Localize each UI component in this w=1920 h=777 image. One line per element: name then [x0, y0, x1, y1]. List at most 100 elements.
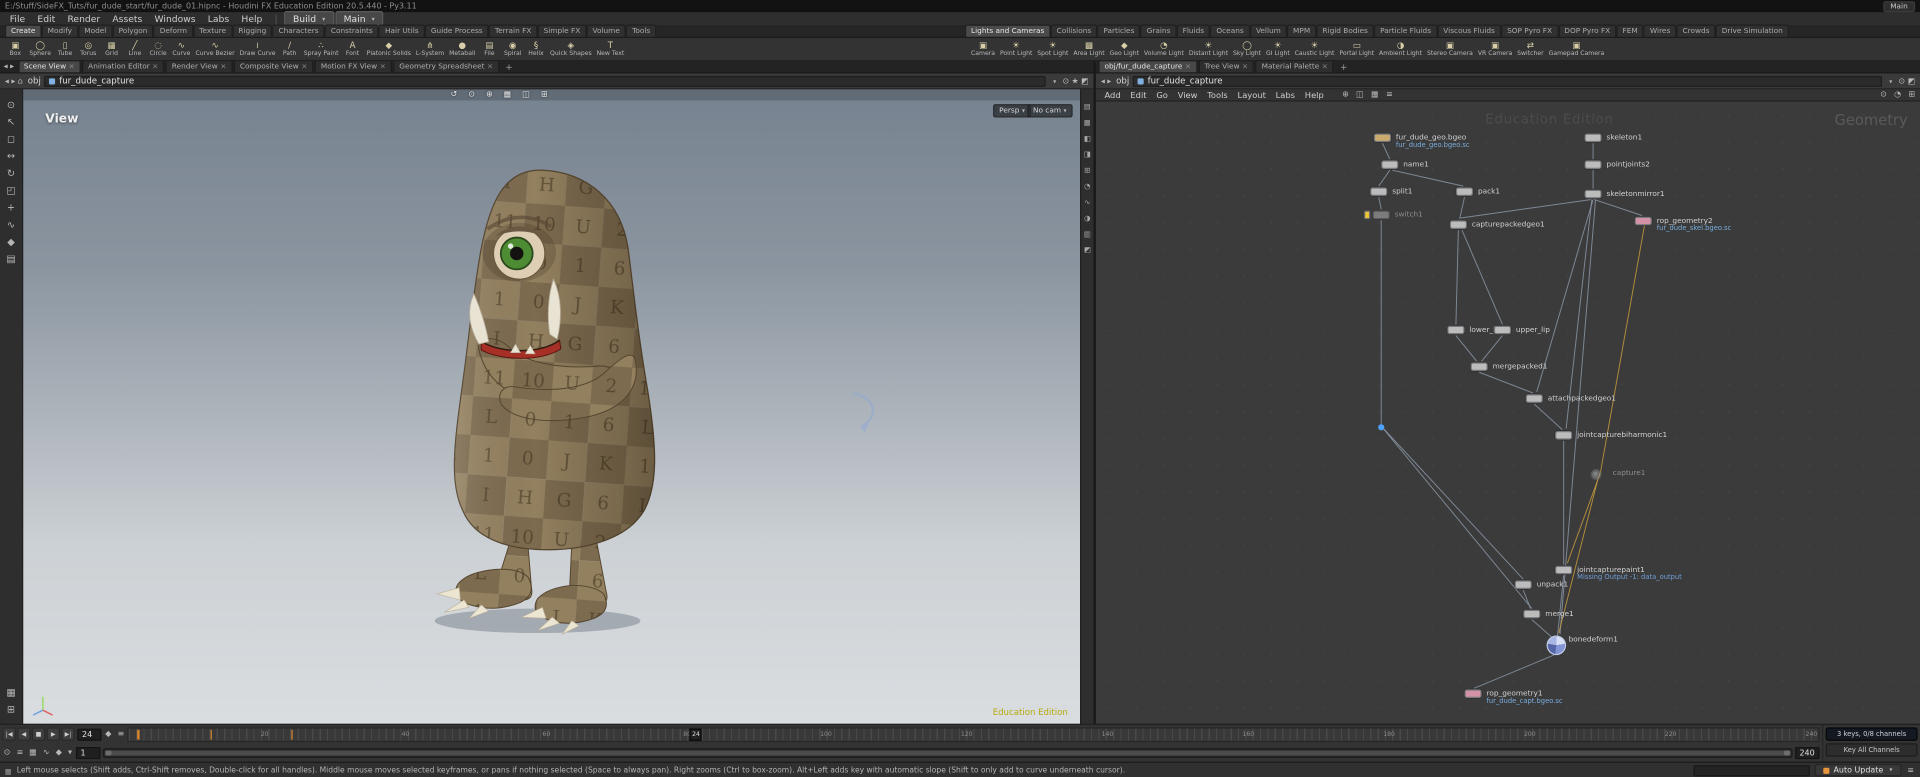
new-tab-button[interactable]: + — [502, 62, 517, 72]
auto-update-selector[interactable]: Auto Update — [1815, 764, 1902, 777]
close-icon[interactable] — [1242, 62, 1248, 71]
path-field[interactable]: fur_dude_capture — [44, 75, 1046, 87]
grid-snap-icon[interactable]: ▦ — [502, 91, 512, 99]
tab-scroll-right-icon[interactable]: ▸ — [9, 63, 15, 71]
playbar-menu-icon[interactable]: ≡ — [116, 730, 125, 738]
node-shape[interactable] — [1373, 133, 1392, 143]
overview-icon[interactable]: ⊙ — [1879, 91, 1888, 99]
node-shape[interactable] — [1455, 187, 1474, 196]
rotate-tool-icon[interactable]: ↻ — [7, 165, 15, 182]
loop-mode-icon[interactable]: ▦ — [28, 749, 38, 757]
network-node[interactable]: fur_dude_geo.bgeo fur_dude_geo.bgeo.sc — [1373, 133, 1470, 149]
shelf-tab[interactable]: Rigid Bodies — [1316, 24, 1374, 37]
close-icon[interactable] — [1185, 62, 1191, 71]
network-node[interactable]: rop_geometry2 fur_dude_skel.bgeo.sc — [1634, 216, 1731, 233]
menu-item[interactable]: Labs — [1271, 90, 1300, 100]
shelf-tool[interactable]: ◆ Geo Light — [1107, 40, 1141, 57]
keyframe-options-icon[interactable]: ◆ — [55, 749, 64, 757]
timeline-ruler[interactable]: 20 40 60 80 100 120 140 160 180 200 220 240 24 — [127, 727, 1820, 742]
network-node[interactable]: skeletonmirror1 — [1584, 189, 1665, 199]
path-forward-icon[interactable]: ▸ — [1106, 77, 1112, 85]
new-tab-button[interactable]: + — [1336, 62, 1351, 72]
display-points-icon[interactable]: ◑ — [1084, 211, 1090, 227]
shelf-tool[interactable]: ▣ Gamepad Camera — [1546, 40, 1607, 57]
pane-tab[interactable]: Motion FX View — [314, 59, 392, 73]
node-shape[interactable] — [1449, 220, 1467, 229]
node-shape[interactable] — [1464, 689, 1482, 698]
pane-tab[interactable]: Geometry Spreadsheet — [393, 59, 500, 73]
shelf-tool[interactable]: ◯ Sky Light — [1231, 40, 1264, 57]
shelf-tool[interactable]: ≀ Draw Curve — [237, 40, 278, 57]
range-end-handle[interactable] — [1783, 750, 1790, 756]
menu-item[interactable]: Help — [1300, 90, 1329, 100]
set-key-button[interactable]: ◆ — [104, 730, 113, 738]
camera-persp-selector[interactable]: Persp — [993, 104, 1032, 118]
network-node[interactable]: lower_lip — [1447, 325, 1502, 335]
network-node[interactable]: jointcapturepaint1 Missing Output -1: dat… — [1555, 565, 1682, 582]
network-node[interactable]: capturepackedgeo1 — [1449, 220, 1545, 229]
jump-to-start-button[interactable]: |◀ — [2, 727, 16, 742]
shelf-tool[interactable]: ⋔ L-System — [413, 40, 446, 57]
shelf-tab[interactable]: Grains — [1140, 24, 1177, 37]
node-shape[interactable] — [1634, 216, 1652, 226]
favorites-icon[interactable]: ★ — [1070, 77, 1080, 85]
shelf-tab[interactable]: SOP Pyro FX — [1500, 24, 1559, 37]
select-geometry-icon[interactable]: ◻ — [7, 131, 15, 148]
handles-tool-icon[interactable]: + — [7, 200, 15, 217]
current-frame-field[interactable]: 24 — [77, 728, 102, 741]
shelf-tab[interactable]: Particles — [1097, 24, 1141, 37]
layout-icon[interactable]: ⊞ — [540, 91, 549, 99]
shelf-tool[interactable]: ∿ Curve — [170, 40, 193, 57]
shelf-tool[interactable]: ⇄ Switcher — [1515, 40, 1546, 57]
shelf-tab[interactable]: Drive Simulation — [1715, 24, 1789, 37]
display-wireframe-icon[interactable]: ▦ — [1084, 115, 1091, 131]
keys-info-button[interactable]: 3 keys, 0/8 channels — [1825, 727, 1918, 741]
network-node[interactable]: upper_lip — [1493, 325, 1550, 335]
shelf-tool[interactable]: § Helix — [524, 40, 547, 57]
menu-item[interactable]: Go — [1151, 90, 1172, 100]
playback-range-fill[interactable] — [105, 750, 1790, 756]
keyframe-tick[interactable] — [137, 729, 140, 740]
audio-toggle-icon[interactable]: ∿ — [42, 749, 51, 757]
network-node[interactable]: split1 — [1370, 187, 1412, 196]
close-icon[interactable] — [152, 62, 158, 71]
shelf-tool[interactable]: ☀ Caustic Light — [1292, 40, 1337, 57]
display-material-icon[interactable]: ◧ — [1084, 131, 1091, 147]
shelf-tab[interactable]: Rigging — [232, 24, 273, 37]
shelf-tool[interactable]: ◎ Torus — [77, 40, 100, 57]
shelf-tool[interactable]: ● Metaball — [447, 40, 478, 57]
network-node[interactable]: skeleton1 — [1584, 133, 1642, 143]
network-node[interactable]: mergepacked1 — [1470, 362, 1547, 372]
shelf-tab[interactable]: Lights and Cameras — [964, 24, 1051, 37]
shelf-tab[interactable]: Texture — [193, 24, 233, 37]
network-node[interactable]: bonedeform1 — [1546, 635, 1618, 656]
shelf-tool[interactable]: ▭ Portal Light — [1337, 40, 1377, 57]
pane-tab[interactable]: Animation Editor — [82, 59, 165, 73]
node-shape[interactable] — [1584, 189, 1602, 199]
menu-item[interactable]: Layout — [1233, 90, 1271, 100]
path-root-label[interactable]: obj — [1116, 76, 1129, 86]
add-node-icon[interactable]: ⊕ — [1341, 91, 1350, 99]
shelf-tab[interactable]: Model — [78, 24, 113, 37]
shelf-tool[interactable]: ▣ Stereo Camera — [1425, 40, 1476, 57]
shelf-tab[interactable]: Particle Fluids — [1373, 24, 1438, 37]
path-history-dropdown[interactable] — [1886, 77, 1894, 86]
node-shape[interactable] — [1546, 635, 1567, 656]
range-start-field[interactable]: 1 — [75, 746, 101, 759]
monster-character[interactable]: 10JKIHG61110U2L016 — [23, 89, 1080, 723]
network-graph[interactable]: Education Edition Geometry fur_dude_geo.… — [1095, 101, 1920, 724]
network-node[interactable]: jointcapturebiharmonic1 — [1555, 431, 1667, 440]
network-node[interactable]: pack1 — [1455, 187, 1500, 196]
shelf-tab[interactable]: Polygon — [112, 24, 154, 37]
network-node[interactable]: unpack1 — [1514, 580, 1568, 589]
split-view-icon[interactable]: ◫ — [521, 91, 531, 99]
node-shape[interactable] — [1555, 565, 1573, 575]
network-node[interactable]: pointjoints2 — [1584, 160, 1650, 169]
shelf-tab[interactable]: DOP Pyro FX — [1558, 24, 1617, 37]
snap-options-icon[interactable]: ▤ — [6, 251, 15, 268]
look-through-camera-selector[interactable]: No cam — [1026, 104, 1073, 118]
shelf-tool[interactable]: ∕ Path — [278, 40, 301, 57]
shelf-tool[interactable]: ◯ Sphere — [27, 40, 53, 57]
shelf-tool[interactable]: ☀ Point Light — [997, 40, 1034, 57]
shelf-tab[interactable]: Tools — [626, 24, 657, 37]
